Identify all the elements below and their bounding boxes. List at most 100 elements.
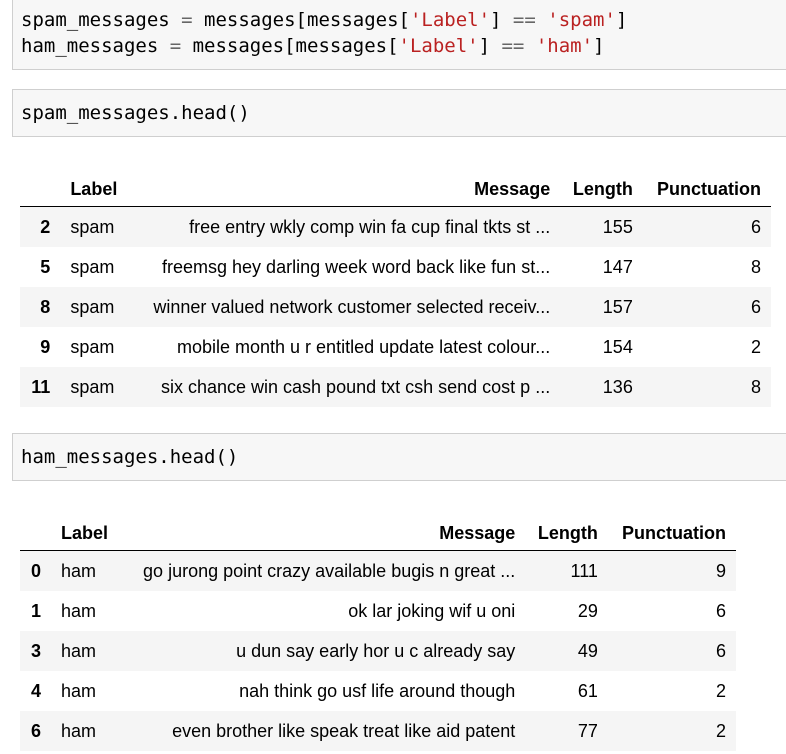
- punctuation-cell: 6: [715, 600, 726, 621]
- row-index: 4: [30, 680, 41, 701]
- row-index: 5: [40, 256, 51, 277]
- row-index: 8: [20, 287, 61, 327]
- code-token: ]: [615, 9, 628, 31]
- code-token: messages[messages[: [181, 35, 399, 57]
- row-index: 9: [40, 336, 51, 357]
- table-row: 8 spam winner valued network customer sele…: [20, 287, 771, 327]
- column-header: [20, 166, 61, 207]
- column-header: Punctuation: [607, 510, 736, 551]
- code-token: ham_messages: [21, 35, 170, 57]
- code-line: spam_messages.head(): [21, 100, 786, 126]
- code-token: ]: [490, 9, 513, 31]
- row-index: 6: [20, 711, 51, 751]
- column-header: [20, 510, 51, 551]
- code-line: spam_messages = messages[messages['Label…: [21, 7, 786, 33]
- column-header: Length: [560, 166, 643, 207]
- row-index: 1: [30, 600, 41, 621]
- code-cell-filter[interactable]: spam_messages = messages[messages['Label…: [12, 0, 786, 70]
- code-token: spam_messages: [21, 9, 182, 31]
- length-cell: 61: [577, 680, 598, 701]
- code-token: =: [181, 9, 193, 31]
- code-token: ]: [593, 35, 605, 57]
- length-cell: 147: [602, 256, 633, 277]
- punctuation-cell: 6: [607, 631, 736, 671]
- code-token: 'Label': [398, 35, 479, 57]
- punctuation-cell: 6: [642, 287, 771, 327]
- code-line: ham_messages.head(): [21, 444, 786, 470]
- length-cell: 155: [560, 206, 643, 247]
- code-token: =: [169, 35, 182, 57]
- column-header: Label: [50, 510, 121, 551]
- label-cell: spam: [60, 206, 130, 247]
- code-cell-ham-head[interactable]: ham_messages.head(): [12, 433, 786, 481]
- code-token: messages[messages[: [192, 9, 410, 31]
- code-token: ]: [478, 35, 502, 57]
- code-token: ham_messages.head(): [21, 446, 239, 468]
- label-cell: spam: [60, 367, 130, 407]
- code-token: ==: [501, 35, 525, 57]
- message-cell: nah think go usf life around though: [239, 680, 516, 701]
- punctuation-cell: 2: [607, 711, 736, 751]
- message-cell: u dun say early hor u c already say: [120, 631, 526, 671]
- spam-dataframe: Label Message Length Punctuation 2 spam free e…: [20, 166, 771, 407]
- message-cell: go jurong point crazy available bugis n …: [120, 550, 526, 591]
- length-cell: 111: [525, 550, 608, 591]
- message-cell: freemsg hey darling week word back like …: [162, 256, 551, 277]
- punctuation-cell: 2: [715, 680, 726, 701]
- punctuation-cell: 2: [750, 336, 761, 357]
- column-header: Length: [525, 510, 608, 551]
- message-cell: six chance win cash pound txt csh send c…: [129, 367, 561, 407]
- label-cell: spam: [60, 287, 130, 327]
- punctuation-cell: 6: [642, 206, 771, 247]
- label-cell: spam: [70, 256, 115, 277]
- punctuation-cell: 8: [750, 256, 761, 277]
- message-cell: ok lar joking wif u oni: [348, 600, 516, 621]
- row-index: 0: [20, 550, 51, 591]
- table-row: 6 ham even brother like speak treat like a…: [20, 711, 736, 751]
- row-index: 3: [20, 631, 51, 671]
- length-cell: 154: [602, 336, 633, 357]
- row-index: 11: [20, 367, 61, 407]
- message-cell: mobile month u r entitled update latest …: [176, 336, 551, 357]
- length-cell: 77: [525, 711, 608, 751]
- table-row: 1 ham ok lar joking wif u oni 29 6: [20, 591, 736, 631]
- code-token: ==: [512, 9, 536, 31]
- header-row: Label Message Length Punctuation: [20, 166, 771, 207]
- code-token: 'spam': [547, 9, 616, 31]
- column-header: Message: [120, 510, 526, 551]
- punctuation-cell: 9: [607, 550, 736, 591]
- table-row: 9 spam mobile month u r entitled update la…: [20, 327, 771, 367]
- table-row: 3 ham u dun say early hor u c already say 4…: [20, 631, 736, 671]
- label-cell: ham: [50, 711, 121, 751]
- label-cell: ham: [60, 600, 96, 621]
- length-cell: 29: [577, 600, 598, 621]
- column-header: Label: [60, 166, 130, 207]
- header-row: Label Message Length Punctuation: [20, 510, 736, 551]
- table-row: 5 spam freemsg hey darling week word back …: [20, 247, 771, 287]
- column-header: Punctuation: [642, 166, 771, 207]
- code-token: 'ham': [535, 35, 594, 57]
- message-cell: even brother like speak treat like aid p…: [120, 711, 526, 751]
- length-cell: 157: [560, 287, 643, 327]
- length-cell: 136: [560, 367, 643, 407]
- label-cell: ham: [60, 680, 96, 701]
- message-cell: winner valued network customer selected …: [129, 287, 561, 327]
- code-token: spam_messages.head(): [21, 102, 250, 124]
- length-cell: 49: [525, 631, 608, 671]
- code-line: ham_messages = messages[messages['Label'…: [21, 33, 786, 59]
- message-cell: free entry wkly comp win fa cup final tk…: [129, 206, 561, 247]
- label-cell: ham: [50, 631, 121, 671]
- label-cell: ham: [50, 550, 121, 591]
- table-row: 0 ham go jurong point crazy available bugi…: [20, 550, 736, 591]
- code-cell-spam-head[interactable]: spam_messages.head(): [12, 89, 786, 137]
- table-row: 2 spam free entry wkly comp win fa cup fin…: [20, 206, 771, 247]
- row-index: 2: [20, 206, 61, 247]
- table-row: 11 spam six chance win cash pound txt csh …: [20, 367, 771, 407]
- punctuation-cell: 8: [642, 367, 771, 407]
- table-row: 4 ham nah think go usf life around though 6…: [20, 671, 736, 711]
- code-token: 'Label': [409, 9, 491, 31]
- label-cell: spam: [70, 336, 115, 357]
- column-header: Message: [129, 166, 561, 207]
